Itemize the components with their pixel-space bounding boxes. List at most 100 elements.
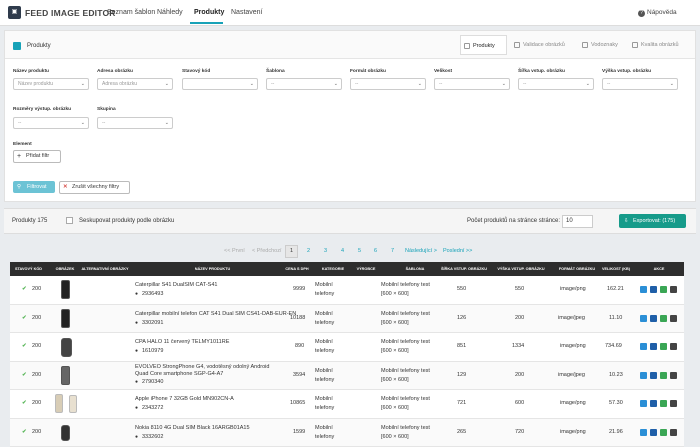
filter-sablona[interactable]: --⌄ — [266, 78, 342, 90]
image-icon[interactable] — [660, 372, 667, 379]
template-name: Mobilní telefony test — [381, 339, 430, 345]
col-header[interactable]: ŠABLONA — [390, 267, 440, 271]
printer-icon[interactable] — [670, 315, 677, 322]
tab-produkty[interactable]: Produkty — [460, 35, 507, 55]
category: Mobilní — [315, 282, 333, 288]
pagination-page-7[interactable]: 7 — [391, 248, 394, 254]
nav-seznam-sablon[interactable]: Seznam šablon — [107, 9, 155, 16]
col-header[interactable]: ŠÍŘKA VSTUP. OBRÁZKU — [436, 267, 492, 271]
edit-icon[interactable] — [640, 429, 647, 436]
help-link[interactable]: ?Nápověda — [638, 9, 677, 17]
filter-placeholder: -- — [439, 81, 442, 87]
col-header[interactable]: VELIKOST (KB) — [596, 267, 636, 271]
group-by-image-checkbox[interactable] — [66, 217, 73, 224]
price: 890 — [295, 343, 304, 349]
table-row: ✔ 200 EVOLVEO StrongPhone G4, vodotěsný … — [10, 362, 684, 391]
product-thumbnail[interactable] — [55, 394, 63, 413]
image-icon[interactable] — [660, 429, 667, 436]
col-header[interactable]: NÁZEV PRODUKTU — [140, 267, 285, 271]
view-icon[interactable] — [650, 372, 657, 379]
image-icon[interactable] — [660, 343, 667, 350]
product-name[interactable]: EVOLVEO StrongPhone G4, vodotěsný odolný… — [135, 364, 280, 378]
nav-produkty[interactable]: Produkty — [194, 9, 224, 16]
tab-validace-obrazku[interactable]: Validace obrázků — [511, 35, 573, 55]
export-button[interactable]: ⇩Exportovat: (175) — [619, 214, 686, 228]
filter-sirka-vstup[interactable]: --⌄ — [518, 78, 594, 90]
filter-vyska-vstup[interactable]: --⌄ — [602, 78, 678, 90]
image-icon[interactable] — [660, 400, 667, 407]
product-name[interactable]: Nokia 8110 4G Dual SIM Black 16ARGB01A15 — [135, 425, 250, 431]
image-icon[interactable] — [660, 286, 667, 293]
tab-vodoznaky[interactable]: Vodoznaky — [579, 35, 627, 55]
image-format: image/png — [560, 286, 586, 292]
filter-format-obrazku[interactable]: --⌄ — [350, 78, 426, 90]
filter-nazev-produktu[interactable]: Název produktu⌄ — [13, 78, 89, 90]
pagination-page-4[interactable]: 4 — [341, 248, 344, 254]
pagination-first[interactable]: << První — [224, 248, 245, 254]
col-header[interactable]: CENA S DPH — [278, 267, 316, 271]
edit-icon[interactable] — [640, 315, 647, 322]
pagination-page-6[interactable]: 6 — [374, 248, 377, 254]
tag-icon: ● — [135, 320, 138, 326]
nav-nahledy[interactable]: Náhledy — [157, 9, 183, 16]
edit-icon[interactable] — [640, 400, 647, 407]
pagination-page-3[interactable]: 3 — [324, 248, 327, 254]
tab-label: Kvalita obrázků — [641, 42, 679, 48]
apply-filter-button[interactable]: ⚲Filtrovat — [13, 181, 55, 193]
image-icon[interactable] — [660, 315, 667, 322]
app-logo-icon[interactable]: ▣ — [8, 6, 21, 19]
input-height: 200 — [515, 372, 524, 378]
product-thumbnail[interactable] — [61, 280, 70, 299]
pagination-next[interactable]: Následující > — [405, 248, 437, 254]
printer-icon[interactable] — [670, 372, 677, 379]
view-icon[interactable] — [650, 315, 657, 322]
filter-placeholder: Název produktu — [18, 81, 53, 87]
tab-label: Produkty — [473, 43, 495, 49]
edit-icon[interactable] — [640, 343, 647, 350]
pagination-page-2[interactable]: 2 — [307, 248, 310, 254]
product-name[interactable]: Apple iPhone 7 32GB Gold MN902CN-A — [135, 396, 234, 402]
product-thumbnail[interactable] — [61, 366, 70, 385]
pagination-page-5[interactable]: 5 — [358, 248, 361, 254]
app-brand[interactable]: FEED IMAGE EDITOR — [25, 8, 116, 18]
filter-placeholder: -- — [102, 120, 105, 126]
printer-icon[interactable] — [670, 429, 677, 436]
product-name[interactable]: Caterpillar mobilní telefon CAT S41 Dual… — [135, 311, 296, 317]
printer-icon[interactable] — [670, 343, 677, 350]
per-page-input[interactable]: 10 — [562, 215, 593, 228]
tab-kvalita-obrazku[interactable]: Kvalita obrázků — [629, 35, 689, 55]
edit-icon[interactable] — [640, 286, 647, 293]
product-thumbnail[interactable] — [61, 309, 70, 328]
clear-filters-button[interactable]: ✕Zrušit všechny filtry — [59, 181, 130, 194]
edit-icon[interactable] — [640, 372, 647, 379]
product-name[interactable]: Caterpillar S41 DualSIM CAT-S41 — [135, 282, 217, 288]
filter-stavovy-kod[interactable]: ⌄ — [182, 78, 258, 90]
pagination-page-1[interactable]: 1 — [285, 245, 298, 258]
product-thumbnail[interactable] — [61, 338, 72, 357]
view-icon[interactable] — [650, 286, 657, 293]
col-header[interactable]: VÝROBCE — [346, 267, 386, 271]
view-icon[interactable] — [650, 400, 657, 407]
alternative-image[interactable] — [69, 395, 77, 413]
product-thumbnail[interactable] — [61, 425, 70, 441]
filter-skupina[interactable]: --⌄ — [97, 117, 173, 129]
view-icon[interactable] — [650, 343, 657, 350]
col-header[interactable]: STAVOVÝ KÓD — [12, 267, 45, 271]
product-name[interactable]: CPA HALO 11 červený TELMY1011RE — [135, 339, 229, 345]
printer-icon[interactable] — [670, 286, 677, 293]
tab-label: Vodoznaky — [591, 42, 618, 48]
printer-icon[interactable] — [670, 400, 677, 407]
help-label: Nápověda — [647, 9, 677, 16]
filter-placeholder: -- — [607, 81, 610, 87]
col-header[interactable]: VÝŠKA VSTUP. OBRÁZKU — [490, 267, 552, 271]
view-icon[interactable] — [650, 429, 657, 436]
filter-rozmery-vystup[interactable]: --⌄ — [13, 117, 89, 129]
filter-adresa-obrazku[interactable]: Adresa obrázku⌄ — [97, 78, 173, 90]
filter-icon: ⚲ — [17, 181, 21, 193]
pagination-prev[interactable]: < Předchozí — [252, 248, 282, 254]
input-width: 265 — [457, 429, 466, 435]
add-filter-button[interactable]: +Přidat filtr — [13, 150, 61, 163]
nav-nastaveni[interactable]: Nastavení — [231, 9, 263, 16]
filter-velikost[interactable]: --⌄ — [434, 78, 510, 90]
pagination-last[interactable]: Poslední >> — [443, 248, 472, 254]
